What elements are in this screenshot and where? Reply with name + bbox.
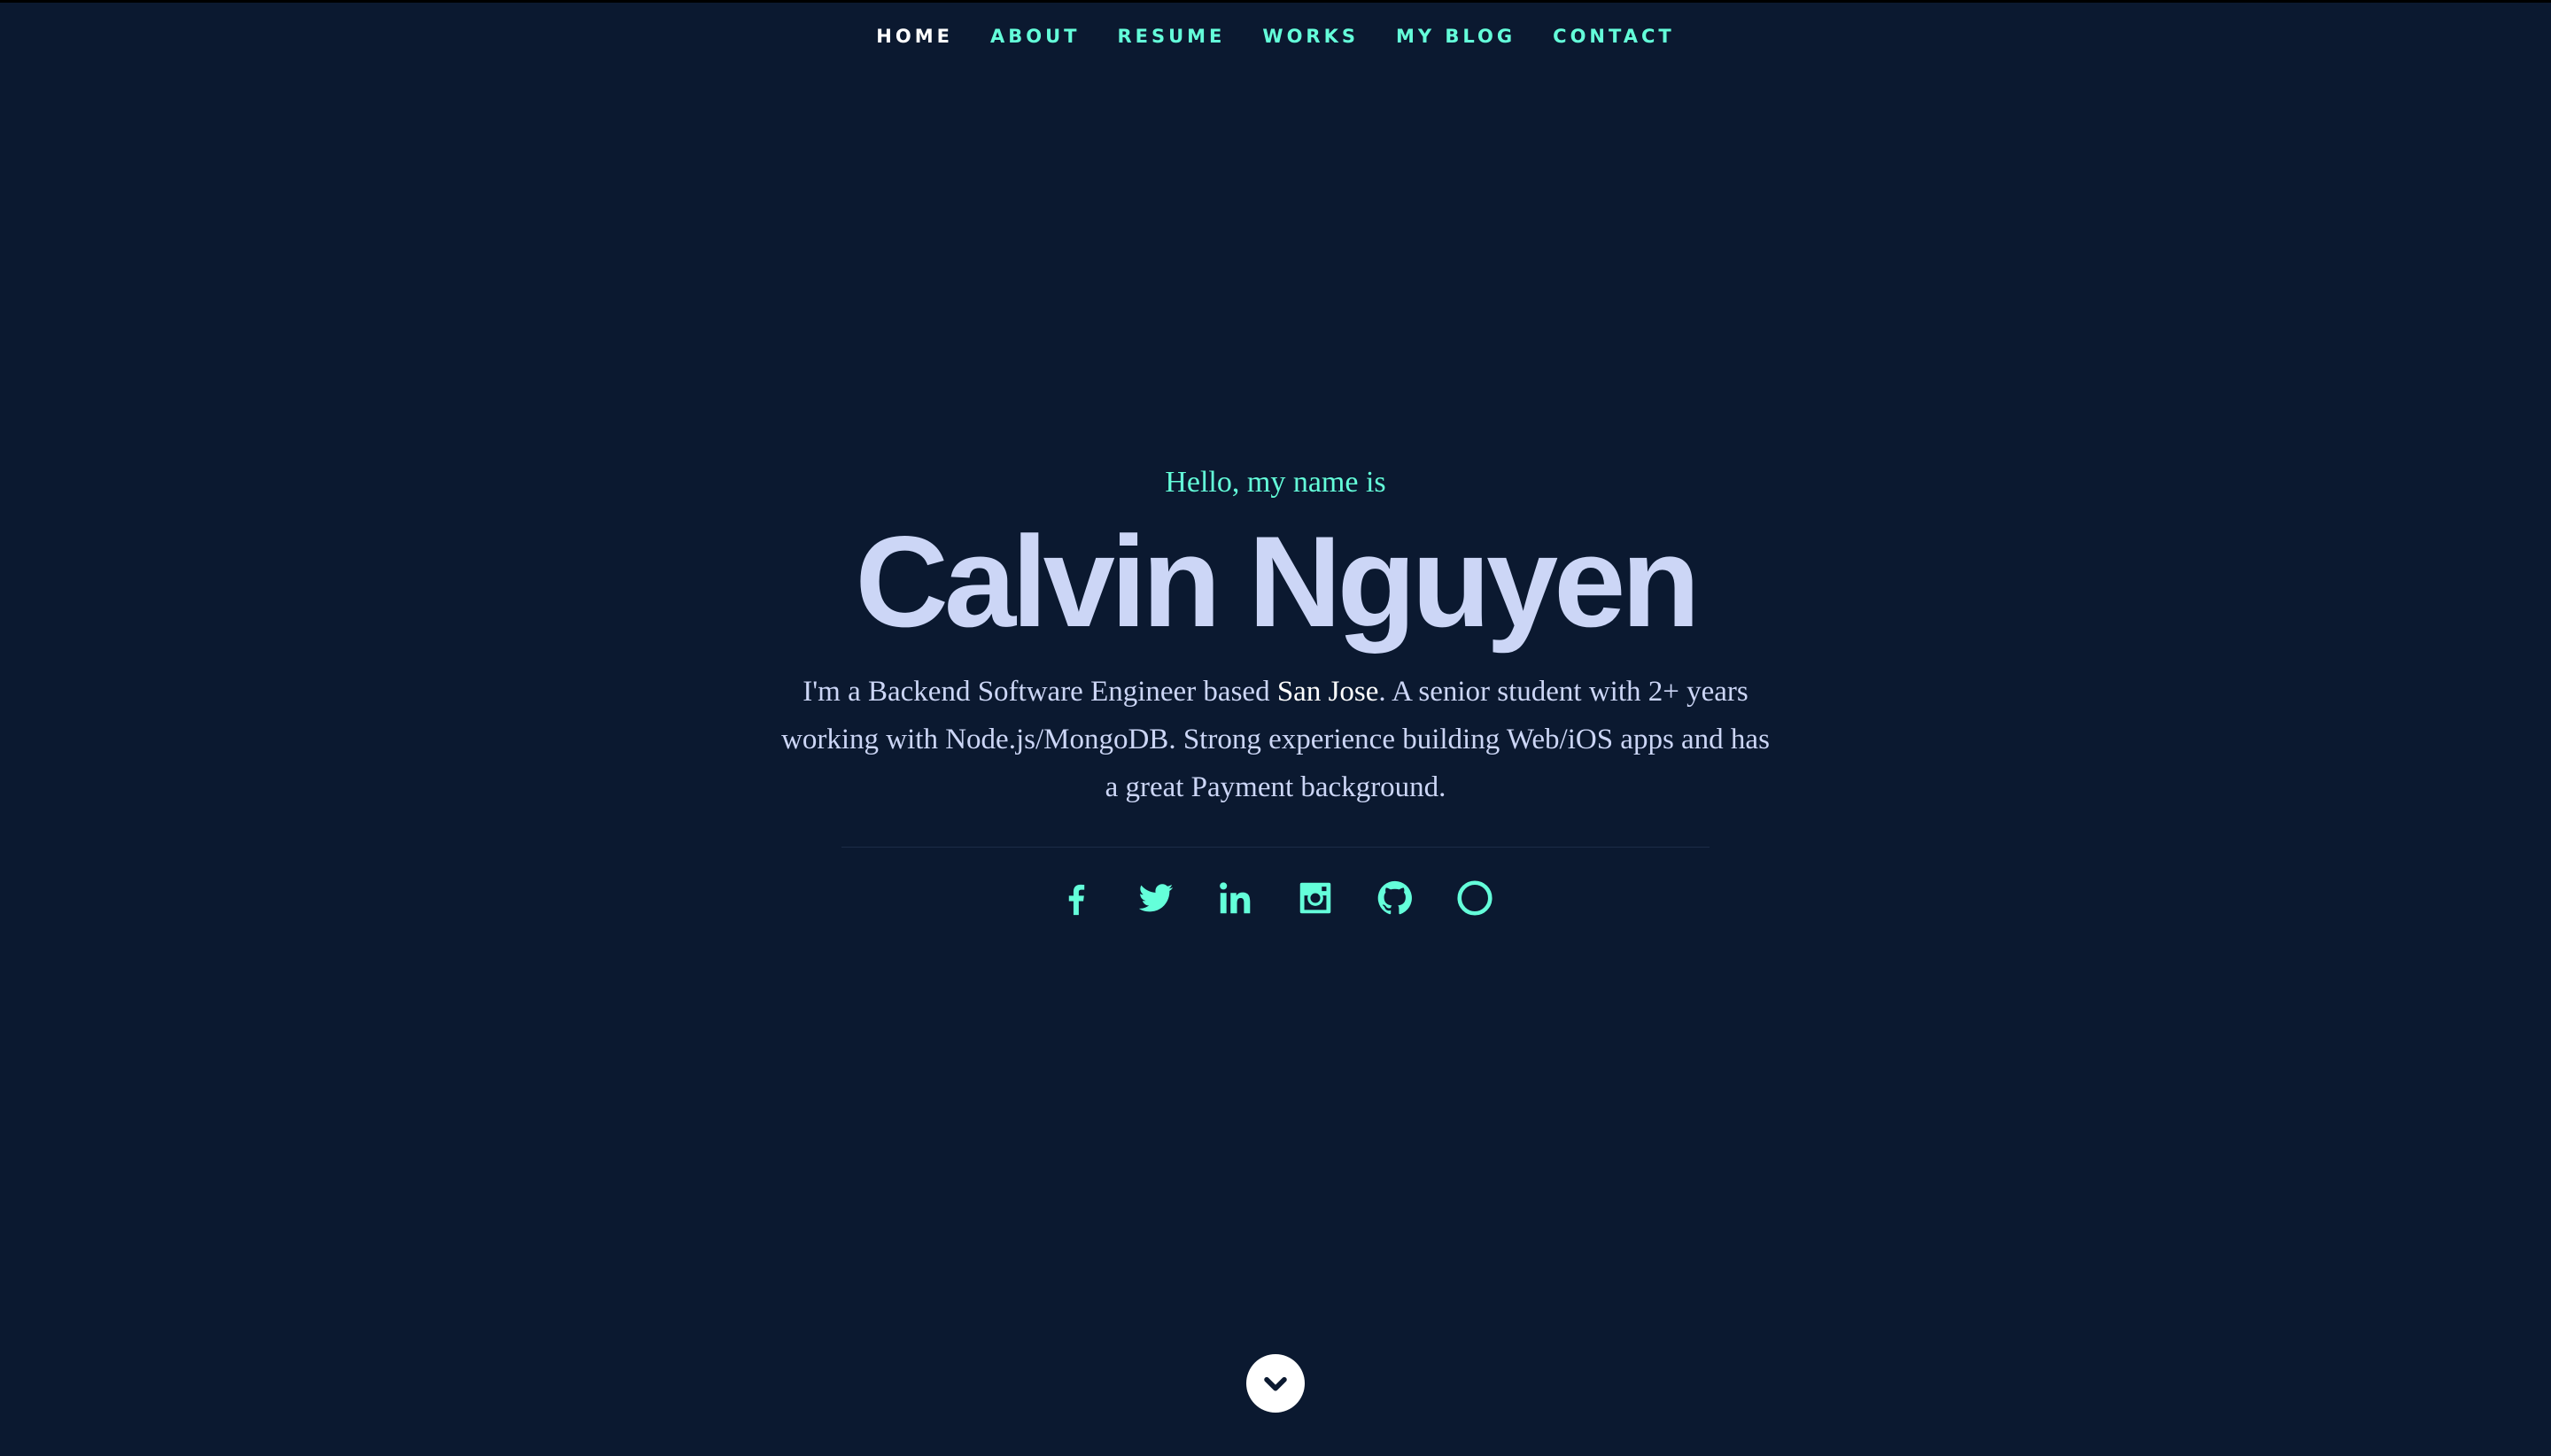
github-icon	[1377, 880, 1412, 915]
linkedin-link[interactable]	[1196, 876, 1276, 920]
github-link[interactable]	[1355, 876, 1435, 920]
greeting-text: Hello, my name is	[1165, 466, 1386, 499]
bio-location: San Jose	[1276, 676, 1379, 708]
linkedin-icon	[1220, 882, 1251, 914]
nav-resume[interactable]: RESUME	[1117, 23, 1225, 50]
nav-home[interactable]: HOME	[876, 23, 953, 50]
divider	[841, 847, 1710, 848]
twitter-icon	[1138, 884, 1174, 912]
nav-about[interactable]: ABOUT	[990, 23, 1081, 50]
main-nav: HOME ABOUT RESUME WORKS MY BLOG CONTACT	[0, 23, 2551, 50]
hero-section: Hello, my name is Calvin Nguyen I'm a Ba…	[0, 461, 2551, 920]
twitter-link[interactable]	[1116, 876, 1196, 920]
facebook-link[interactable]	[1036, 876, 1116, 920]
scroll-down-button[interactable]	[1246, 1354, 1305, 1413]
circle-link[interactable]	[1435, 876, 1515, 920]
instagram-link[interactable]	[1276, 876, 1355, 920]
hero-name: Calvin Nguyen	[855, 509, 1700, 654]
bio-part1: I'm a Backend Software Engineer based	[803, 676, 1277, 708]
top-border	[0, 0, 2551, 3]
nav-contact[interactable]: CONTACT	[1553, 23, 1675, 50]
facebook-icon	[1068, 884, 1085, 916]
bio-text: I'm a Backend Software Engineer based Sa…	[775, 668, 1776, 811]
chevron-down-icon	[1264, 1376, 1287, 1391]
circle-icon	[1457, 880, 1493, 916]
nav-works[interactable]: WORKS	[1262, 23, 1359, 50]
nav-my-blog[interactable]: MY BLOG	[1396, 23, 1516, 50]
social-links	[0, 876, 2551, 920]
instagram-icon	[1299, 882, 1331, 914]
